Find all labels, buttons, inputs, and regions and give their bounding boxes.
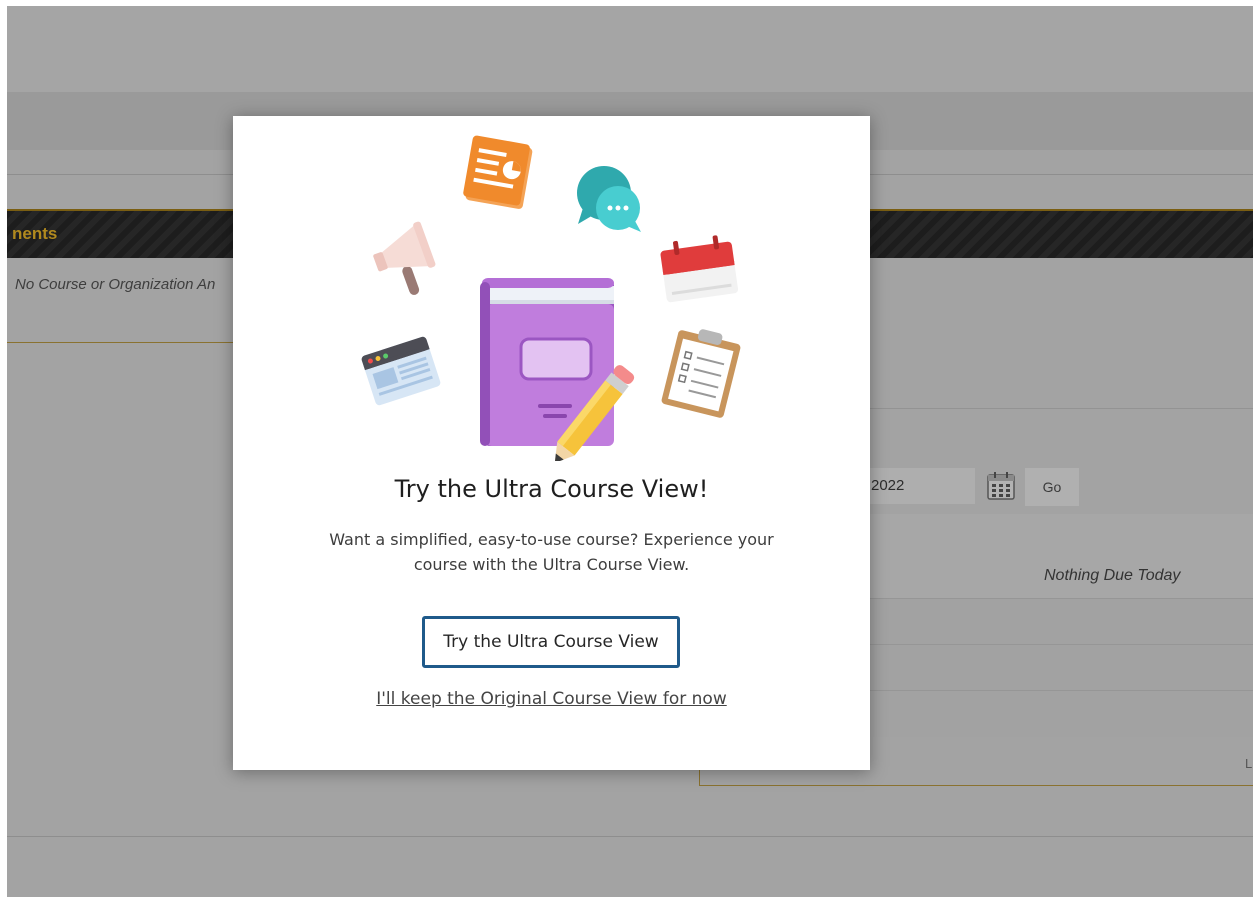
list-row: [867, 598, 1253, 645]
divider: [867, 408, 1253, 409]
due-today-panel: [867, 514, 1253, 598]
browser-window-icon: [361, 336, 441, 406]
dialog-title: Try the Ultra Course View!: [394, 475, 709, 503]
nothing-due-message: Nothing Due Today: [1044, 567, 1181, 584]
calendar-picker-icon[interactable]: [985, 470, 1017, 502]
truncated-text: L: [1245, 756, 1253, 771]
megaphone-icon: [373, 221, 436, 295]
screen: nents No Course or Organization An 2022 …: [0, 0, 1253, 897]
divider: [7, 836, 1253, 837]
calendar-icon: [660, 235, 739, 303]
dialog-description: Want a simplified, easy-to-use course? E…: [329, 530, 774, 574]
date-input[interactable]: 2022: [867, 468, 975, 504]
try-ultra-button[interactable]: Try the Ultra Course View: [422, 616, 680, 668]
page-header: [7, 6, 1253, 92]
chat-bubbles-icon: [577, 166, 641, 232]
document-icon: [463, 135, 533, 209]
announcements-panel: [7, 256, 237, 343]
go-button[interactable]: Go: [1025, 468, 1079, 506]
list-row: [867, 644, 1253, 691]
clipboard-icon: [661, 329, 741, 418]
ultra-course-view-dialog: Try the Ultra Course View! Want a simpli…: [233, 116, 870, 770]
announcements-empty-message: No Course or Organization An: [15, 276, 216, 293]
course-tools-illustration: [361, 135, 741, 461]
list-row: [867, 690, 1253, 737]
announcements-title: nents: [12, 224, 58, 243]
keep-original-view-link[interactable]: I'll keep the Original Course View for n…: [233, 689, 870, 709]
